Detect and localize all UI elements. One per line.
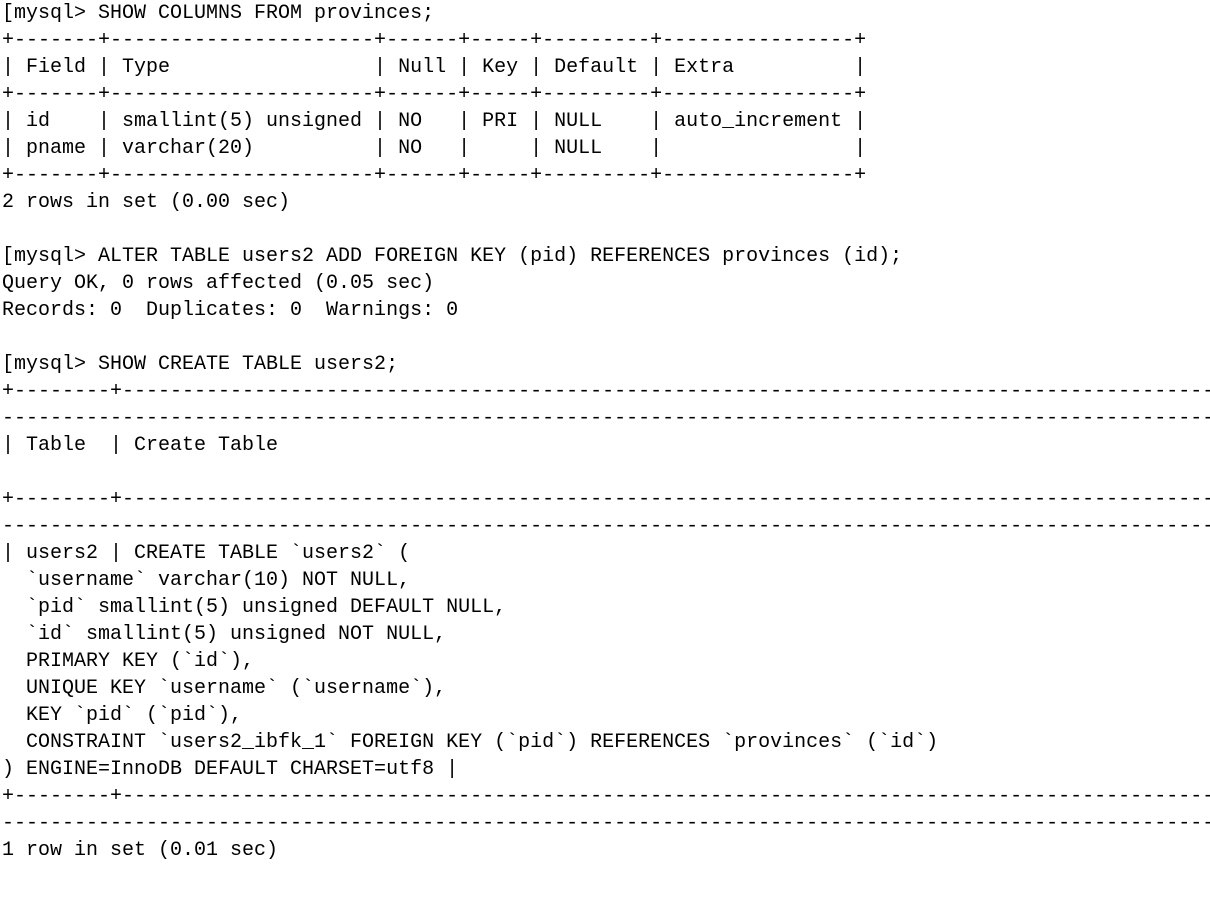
- table-border: ----------------------------------------…: [2, 407, 1210, 430]
- table-border: +--------+------------------------------…: [2, 380, 1210, 403]
- prompt: [mysql>: [2, 245, 98, 268]
- table-border: +-------+----------------------+------+-…: [2, 164, 866, 187]
- table-border: +-------+----------------------+------+-…: [2, 29, 866, 52]
- table-row: | id | smallint(5) unsigned | NO | PRI |…: [2, 110, 866, 133]
- query-ok: Query OK, 0 rows affected (0.05 sec): [2, 272, 434, 295]
- table-border: +-------+----------------------+------+-…: [2, 83, 866, 106]
- create-table-line: ) ENGINE=InnoDB DEFAULT CHARSET=utf8 |: [2, 758, 458, 781]
- create-table-line: | users2 | CREATE TABLE `users2` (: [2, 542, 410, 565]
- create-table-line: KEY `pid` (`pid`),: [2, 704, 242, 727]
- table-border: +--------+------------------------------…: [2, 785, 1210, 808]
- table-border: ----------------------------------------…: [2, 812, 1210, 835]
- table-row: | pname | varchar(20) | NO | | NULL | |: [2, 137, 866, 160]
- sql-command: SHOW COLUMNS FROM provinces;: [98, 2, 434, 25]
- create-table-line: PRIMARY KEY (`id`),: [2, 650, 254, 673]
- create-table-line: UNIQUE KEY `username` (`username`),: [2, 677, 446, 700]
- records-summary: Records: 0 Duplicates: 0 Warnings: 0: [2, 299, 458, 322]
- prompt: [mysql>: [2, 2, 98, 25]
- table-header-row: | Table | Create Table: [2, 434, 278, 457]
- sql-command: SHOW CREATE TABLE users2;: [98, 353, 398, 376]
- mysql-terminal[interactable]: [mysql> SHOW COLUMNS FROM provinces; +--…: [0, 0, 1210, 864]
- create-table-line: `id` smallint(5) unsigned NOT NULL,: [2, 623, 446, 646]
- create-table-line: `pid` smallint(5) unsigned DEFAULT NULL,: [2, 596, 506, 619]
- table-header-row: | Field | Type | Null | Key | Default | …: [2, 56, 866, 79]
- row-summary: 1 row in set (0.01 sec): [2, 839, 278, 862]
- sql-command: ALTER TABLE users2 ADD FOREIGN KEY (pid)…: [98, 245, 902, 268]
- create-table-line: CONSTRAINT `users2_ibfk_1` FOREIGN KEY (…: [2, 731, 938, 754]
- table-border: +--------+------------------------------…: [2, 488, 1210, 511]
- table-border: ----------------------------------------…: [2, 515, 1210, 538]
- prompt: [mysql>: [2, 353, 98, 376]
- row-summary: 2 rows in set (0.00 sec): [2, 191, 290, 214]
- create-table-line: `username` varchar(10) NOT NULL,: [2, 569, 410, 592]
